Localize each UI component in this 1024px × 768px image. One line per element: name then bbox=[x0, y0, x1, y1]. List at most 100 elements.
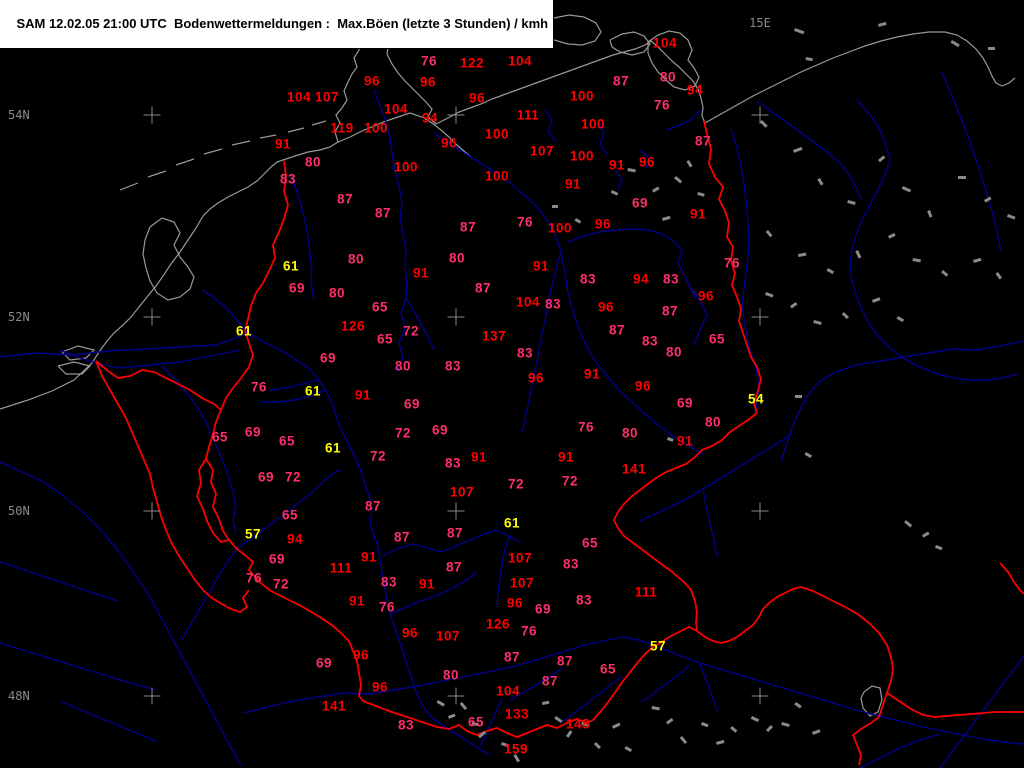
wind-gust-value: 83 bbox=[641, 333, 659, 349]
wind-gust-value: 94 bbox=[421, 110, 439, 126]
wind-gust-value: 83 bbox=[579, 271, 597, 287]
graticule-cross bbox=[447, 308, 465, 326]
graticule-cross bbox=[447, 502, 465, 520]
wind-gust-value: 91 bbox=[557, 449, 575, 465]
wind-gust-value: 91 bbox=[676, 433, 694, 449]
wind-gust-value: 126 bbox=[340, 318, 366, 334]
wind-gust-value: 69 bbox=[257, 469, 275, 485]
wind-gust-value: 137 bbox=[481, 328, 507, 344]
wind-gust-value: 100 bbox=[484, 168, 510, 184]
wind-gust-value: 91 bbox=[348, 593, 366, 609]
graticule-label-lon: 15E bbox=[749, 16, 771, 30]
wind-gust-value: 100 bbox=[363, 120, 389, 136]
wind-gust-value: 111 bbox=[634, 584, 658, 600]
wind-gust-value: 96 bbox=[634, 378, 652, 394]
wind-gust-value: 104 bbox=[507, 53, 533, 69]
wind-gust-value: 96 bbox=[371, 679, 389, 695]
wind-gust-value: 159 bbox=[503, 741, 529, 757]
wind-gust-value: 94 bbox=[632, 271, 650, 287]
wind-gust-value: 107 bbox=[435, 628, 461, 644]
wind-gust-value: 69 bbox=[315, 655, 333, 671]
wind-gust-value: 76 bbox=[378, 599, 396, 615]
wind-gust-value: 87 bbox=[459, 219, 477, 235]
graticule-cross bbox=[751, 502, 769, 520]
wind-gust-value: 133 bbox=[504, 706, 530, 722]
wind-gust-value: 69 bbox=[319, 350, 337, 366]
wind-gust-value: 91 bbox=[532, 258, 550, 274]
wind-gust-value: 80 bbox=[304, 154, 322, 170]
wind-gust-value: 61 bbox=[282, 258, 300, 274]
wind-gust-value: 80 bbox=[442, 667, 460, 683]
wind-gust-value: 91 bbox=[689, 206, 707, 222]
wind-gust-value: 83 bbox=[544, 296, 562, 312]
wind-gust-value: 76 bbox=[250, 379, 268, 395]
wind-gust-value: 122 bbox=[459, 55, 485, 71]
wind-gust-value: 65 bbox=[281, 507, 299, 523]
wind-gust-value: 94 bbox=[686, 82, 704, 98]
wind-gust-value: 96 bbox=[440, 135, 458, 151]
wind-gust-value: 72 bbox=[402, 323, 420, 339]
wind-gust-value: 87 bbox=[393, 529, 411, 545]
wind-gust-value: 94 bbox=[286, 531, 304, 547]
wind-gust-value: 148 bbox=[565, 716, 591, 732]
map-title: SAM 12.02.05 21:00 UTC Bodenwettermeldun… bbox=[16, 16, 549, 31]
graticule-cross bbox=[143, 308, 161, 326]
wind-gust-value: 96 bbox=[506, 595, 524, 611]
wind-gust-value: 69 bbox=[431, 422, 449, 438]
wind-gust-value: 83 bbox=[380, 574, 398, 590]
wind-gust-value: 69 bbox=[403, 396, 421, 412]
graticule-cross bbox=[143, 502, 161, 520]
wind-gust-value: 91 bbox=[274, 136, 292, 152]
wind-gust-value: 83 bbox=[397, 717, 415, 733]
title-bar: SAM 12.02.05 21:00 UTC Bodenwettermeldun… bbox=[0, 0, 555, 49]
wind-gust-value: 107 bbox=[507, 550, 533, 566]
wind-gust-value: 96 bbox=[597, 299, 615, 315]
graticule-label-lat: 48N bbox=[8, 689, 30, 703]
wind-gust-value: 104 bbox=[286, 89, 312, 105]
wind-gust-value: 69 bbox=[288, 280, 306, 296]
graticule-cross bbox=[143, 687, 161, 705]
wind-gust-value: 96 bbox=[594, 216, 612, 232]
wind-gust-value: 76 bbox=[723, 255, 741, 271]
wind-gust-value: 104 bbox=[383, 101, 409, 117]
wind-gust-value: 83 bbox=[279, 171, 297, 187]
wind-gust-value: 69 bbox=[244, 424, 262, 440]
wind-gust-value: 83 bbox=[444, 358, 462, 374]
wind-gust-value: 65 bbox=[211, 429, 229, 445]
wind-gust-value: 91 bbox=[608, 157, 626, 173]
wind-gust-value: 69 bbox=[676, 395, 694, 411]
wind-gust-value: 96 bbox=[638, 154, 656, 170]
wind-gust-value: 87 bbox=[474, 280, 492, 296]
wind-gust-value: 107 bbox=[314, 89, 340, 105]
wind-gust-value: 104 bbox=[515, 294, 541, 310]
wind-gust-value: 69 bbox=[268, 551, 286, 567]
wind-gust-value: 65 bbox=[278, 433, 296, 449]
wind-gust-value: 61 bbox=[235, 323, 253, 339]
wind-gust-value: 72 bbox=[507, 476, 525, 492]
wind-gust-value: 111 bbox=[516, 107, 540, 123]
wind-gust-value: 83 bbox=[575, 592, 593, 608]
wind-gust-value: 87 bbox=[541, 673, 559, 689]
wind-gust-value: 100 bbox=[569, 148, 595, 164]
wind-gust-value: 61 bbox=[324, 440, 342, 456]
wind-gust-value: 80 bbox=[347, 251, 365, 267]
wind-gust-value: 80 bbox=[328, 285, 346, 301]
wind-gust-value: 96 bbox=[527, 370, 545, 386]
wind-gust-value: 111 bbox=[329, 560, 353, 576]
wind-gust-value: 57 bbox=[649, 638, 667, 654]
wind-gust-value: 87 bbox=[446, 525, 464, 541]
wind-gust-value: 87 bbox=[364, 498, 382, 514]
wind-gust-value: 80 bbox=[448, 250, 466, 266]
wind-gust-value: 141 bbox=[321, 698, 347, 714]
wind-gust-value: 100 bbox=[393, 159, 419, 175]
wind-gust-value: 96 bbox=[468, 90, 486, 106]
wind-gust-value: 91 bbox=[470, 449, 488, 465]
wind-gust-value: 87 bbox=[612, 73, 630, 89]
wind-gust-value: 87 bbox=[694, 133, 712, 149]
wind-gust-value: 100 bbox=[569, 88, 595, 104]
wind-gust-value: 100 bbox=[547, 220, 573, 236]
wind-gust-value: 65 bbox=[599, 661, 617, 677]
wind-gust-value: 87 bbox=[336, 191, 354, 207]
wind-gust-value: 65 bbox=[376, 331, 394, 347]
wind-gust-value: 107 bbox=[509, 575, 535, 591]
